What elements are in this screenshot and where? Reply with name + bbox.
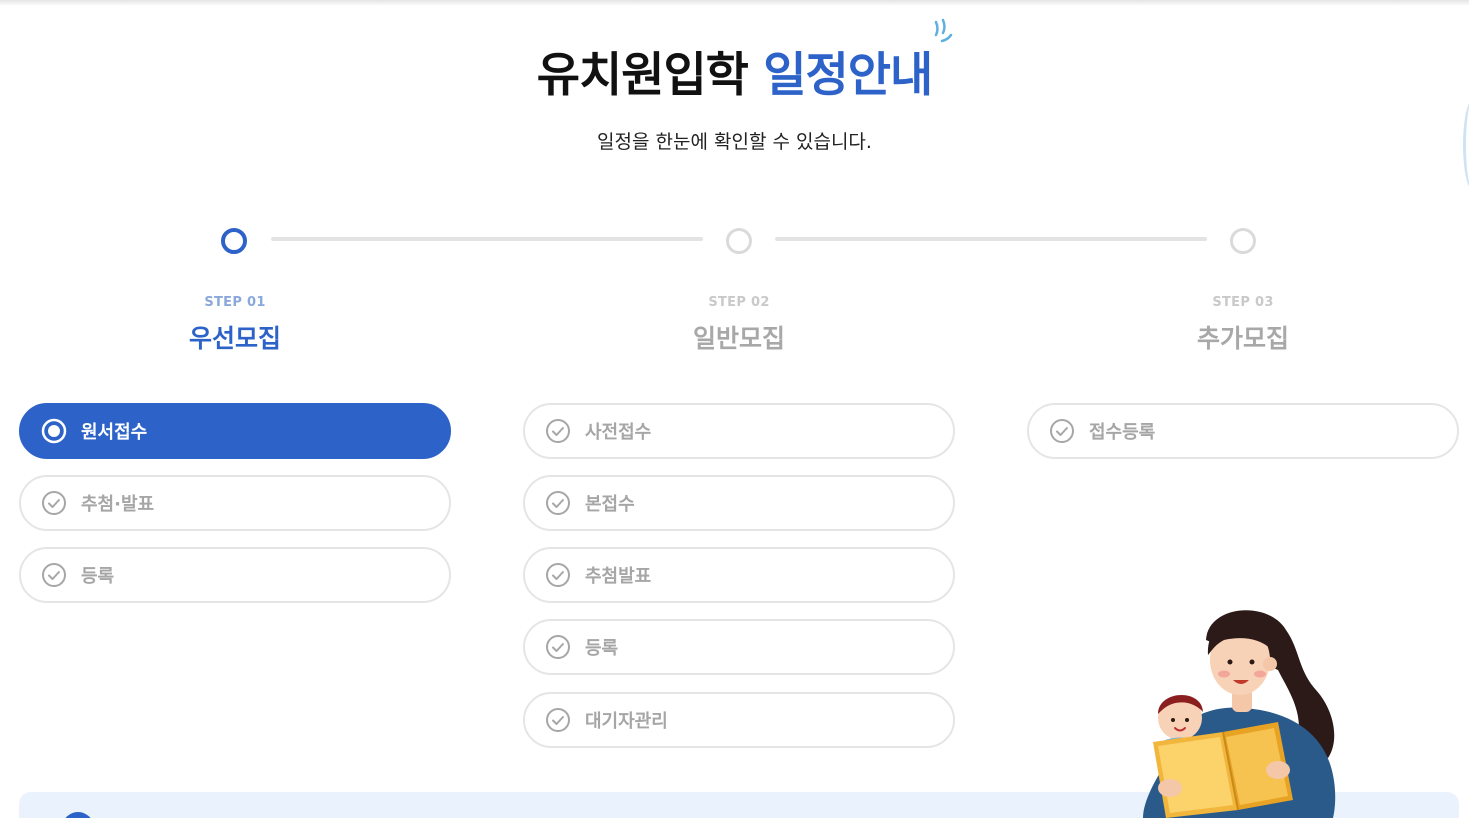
schedule-item-label: 원서접수 <box>81 422 148 443</box>
schedule-item-registration-2[interactable]: 등록 <box>523 619 955 675</box>
schedule-item-label: 추첨발표 <box>585 566 652 587</box>
check-circle-icon <box>545 418 571 444</box>
step-number-3: STEP 03 <box>1212 295 1274 310</box>
schedule-item-lottery[interactable]: 추첨발표 <box>523 547 955 603</box>
check-circle-icon <box>545 634 571 660</box>
mother-reading-illustration <box>1143 610 1336 818</box>
radio-selected-icon <box>41 418 67 444</box>
step-number-2: STEP 02 <box>708 295 770 310</box>
step-indicator-1[interactable] <box>221 228 247 254</box>
check-circle-icon <box>41 562 67 588</box>
step-indicator-2[interactable] <box>726 228 752 254</box>
schedule-item-additional-registration[interactable]: 접수등록 <box>1027 403 1459 459</box>
schedule-item-application[interactable]: 원서접수 <box>19 403 451 459</box>
schedule-item-label: 등록 <box>585 638 619 659</box>
title-accent: 일정안내 <box>763 48 933 103</box>
step-name-3[interactable]: 추가모집 <box>1143 319 1343 355</box>
check-circle-icon <box>1049 418 1075 444</box>
check-circle-icon <box>41 490 67 516</box>
schedule-item-label: 추첨·발표 <box>81 494 155 515</box>
top-shadow <box>0 0 1469 6</box>
title-main: 유치원입학 <box>536 48 749 103</box>
step-name-2[interactable]: 일반모집 <box>639 319 839 355</box>
progress-line-1 <box>271 237 703 241</box>
page-subtitle: 일정을 한눈에 확인할 수 있습니다. <box>597 131 872 153</box>
schedule-item-label: 접수등록 <box>1089 422 1156 443</box>
check-circle-icon <box>545 490 571 516</box>
sparkle-icon <box>935 18 953 43</box>
step-name-1[interactable]: 우선모집 <box>135 319 335 355</box>
page-title: 유치원입학 일정안내 <box>536 18 953 105</box>
progress-line-2 <box>775 237 1207 241</box>
schedule-item-label: 사전접수 <box>585 422 652 443</box>
schedule-item-waitlist[interactable]: 대기자관리 <box>523 692 955 748</box>
schedule-item-lottery-announcement[interactable]: 추첨·발표 <box>19 475 451 531</box>
schedule-item-pre-application[interactable]: 사전접수 <box>523 403 955 459</box>
schedule-item-label: 등록 <box>81 566 115 587</box>
check-circle-icon <box>545 707 571 733</box>
step-number-1: STEP 01 <box>204 295 266 310</box>
check-circle-icon <box>545 562 571 588</box>
schedule-item-label: 본접수 <box>585 494 635 515</box>
page-header: 유치원입학 일정안내 <box>0 18 1469 105</box>
schedule-item-main-application[interactable]: 본접수 <box>523 475 955 531</box>
step-indicator-3[interactable] <box>1230 228 1256 254</box>
schedule-item-registration[interactable]: 등록 <box>19 547 451 603</box>
schedule-item-label: 대기자관리 <box>585 711 668 732</box>
